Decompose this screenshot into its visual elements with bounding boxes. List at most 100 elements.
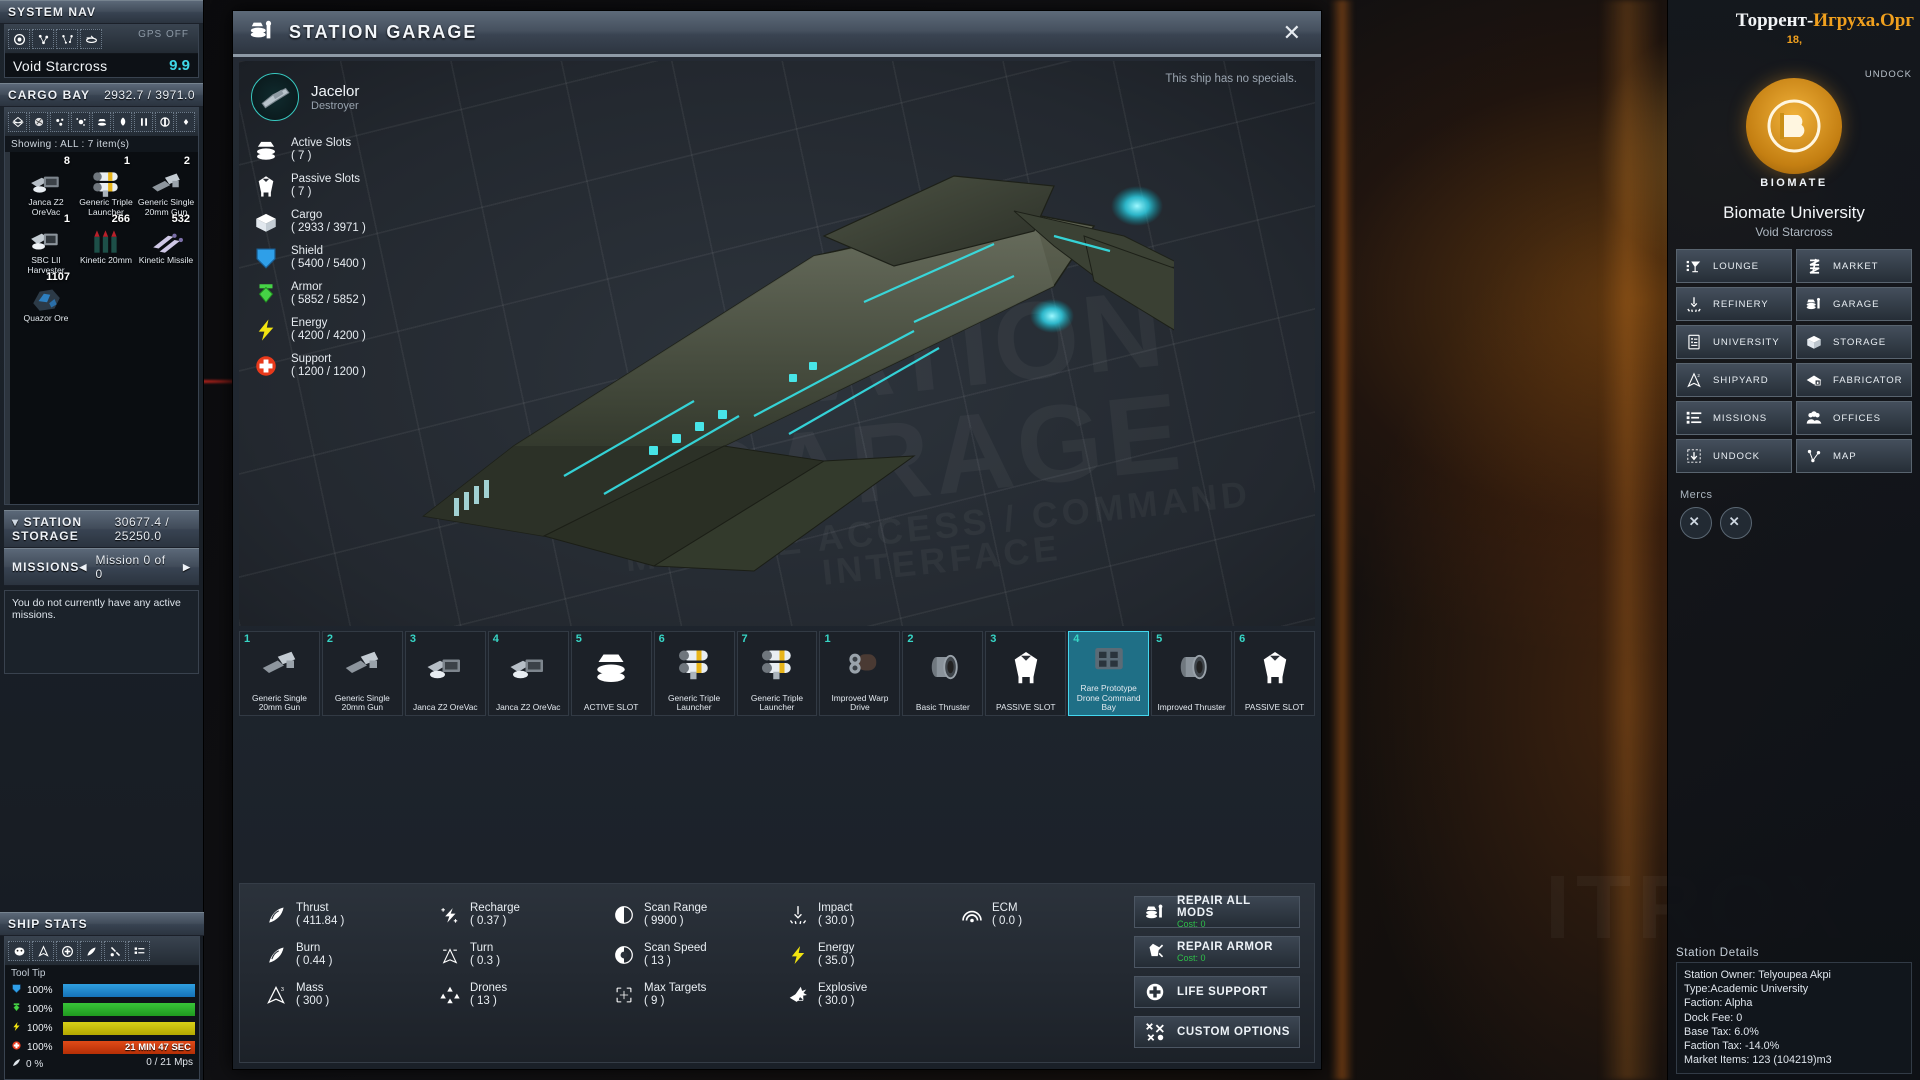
station-menu-shipyard[interactable]: 2 SHIPYARD	[1676, 363, 1792, 397]
module-slot[interactable]: 2 Basic Thruster	[902, 631, 983, 716]
module-slot[interactable]: 4 Rare Prototype Drone Command Bay	[1068, 631, 1149, 716]
all-filter-icon[interactable]	[8, 112, 27, 132]
performance-stat-label: ECM	[992, 902, 1022, 915]
performance-stat: 3 Mass ( 300 )	[264, 982, 414, 1008]
cargo-item[interactable]: 1107 Quazor Ore	[16, 272, 76, 330]
cargo-item[interactable]: 266 Kinetic 20mm	[76, 214, 136, 272]
repair-icon[interactable]	[104, 941, 126, 961]
module-slot[interactable]: 3 PASSIVE SLOT	[985, 631, 1066, 716]
station-menu-offices[interactable]: OFFICES	[1796, 401, 1912, 435]
merc-icon[interactable]	[1720, 507, 1752, 539]
support-icon	[9, 1038, 23, 1056]
station-detail-line: Faction: Alpha	[1684, 996, 1904, 1010]
university-icon	[1683, 333, 1705, 351]
support-icon[interactable]	[56, 941, 78, 961]
cargo-item[interactable]: 1 Generic Triple Launcher	[76, 156, 136, 214]
module-slot-name: Improved Warp Drive	[820, 694, 899, 712]
ship-viewport[interactable]: STATION GARAGE MODULE ACCESS / COMMAND I…	[239, 61, 1315, 626]
station-menu-garage[interactable]: GARAGE	[1796, 287, 1912, 321]
station-menu-lounge[interactable]: LOUNGE	[1676, 249, 1792, 283]
module-slot[interactable]: 5 ACTIVE SLOT	[571, 631, 652, 716]
station-menu-missions[interactable]: MISSIONS	[1676, 401, 1792, 435]
performance-stat-label: Thrust	[296, 902, 344, 915]
merc-icon[interactable]	[1680, 507, 1712, 539]
module-slot[interactable]: 6 Generic Triple Launcher	[654, 631, 735, 716]
performance-stat-value: ( 13 )	[470, 995, 507, 1008]
station-menu-grid[interactable]: LOUNGE MARKET REFINERY GARAGE UNIVERSITY…	[1668, 239, 1920, 473]
station-menu-refinery[interactable]: REFINERY	[1676, 287, 1792, 321]
garage-action-button[interactable]: REPAIR ARMOR Cost: 0	[1134, 936, 1300, 968]
ship-stat-value: ( 4200 / 4200 )	[291, 330, 366, 343]
station-menu-undock[interactable]: UNDOCK	[1676, 439, 1792, 473]
station-storage-header[interactable]: ▾ STATION STORAGE 30677.4 / 25250.0	[4, 510, 199, 548]
cargo-item[interactable]: 532 Kinetic Missile	[136, 214, 196, 272]
route-icon[interactable]	[56, 29, 78, 49]
crew-icon[interactable]	[8, 941, 30, 961]
gps-status-label: GPS OFF	[138, 29, 195, 49]
misc-filter-icon[interactable]	[176, 112, 195, 132]
performance-stat-label: Scan Range	[644, 902, 707, 915]
component-filter-icon[interactable]	[155, 112, 174, 132]
ore-filter-icon[interactable]	[29, 112, 48, 132]
cargo-item[interactable]: 1 SBC LII Harvester	[16, 214, 76, 272]
cargo-item-qty: 1107	[46, 271, 70, 283]
module-slot[interactable]: 1 Improved Warp Drive	[819, 631, 900, 716]
ammo-filter-icon[interactable]	[134, 112, 153, 132]
minerals-filter-icon[interactable]	[50, 112, 69, 132]
undock-top-label[interactable]: UNDOCK	[1865, 69, 1912, 80]
warp-icon[interactable]	[80, 29, 102, 49]
chevron-right-icon[interactable]: ▶	[183, 562, 191, 573]
module-slot[interactable]: 1 Generic Single 20mm Gun	[239, 631, 320, 716]
list-icon[interactable]	[128, 941, 150, 961]
orevac-icon	[406, 632, 485, 703]
station-menu-university[interactable]: UNIVERSITY	[1676, 325, 1792, 359]
cargo-item[interactable]: 8 Janca Z2 OreVac	[16, 156, 76, 214]
module-filter-icon[interactable]	[92, 112, 111, 132]
ship-identity: Jacelor Destroyer	[251, 73, 481, 121]
close-icon[interactable]: ✕	[1279, 22, 1305, 44]
gas-filter-icon[interactable]	[71, 112, 90, 132]
module-slot[interactable]: 6 PASSIVE SLOT	[1234, 631, 1315, 716]
mercs-list[interactable]	[1668, 507, 1920, 539]
ship-icon[interactable]	[32, 941, 54, 961]
cargo-item-qty: 8	[64, 155, 70, 167]
garage-action-buttons[interactable]: REPAIR ALL MODS Cost: 0 REPAIR ARMOR Cos…	[1134, 884, 1314, 1062]
station-menu-fabricator[interactable]: FABRICATOR	[1796, 363, 1912, 397]
stat-bar-fill	[63, 984, 195, 997]
cargo-item[interactable]: 2 Generic Single 20mm Gun	[136, 156, 196, 214]
ship-stat-value: ( 7 )	[291, 186, 360, 199]
organic-filter-icon[interactable]	[113, 112, 132, 132]
energy-icon	[9, 1019, 23, 1037]
module-slot-number: 4	[1073, 633, 1079, 645]
performance-stat: ECM ( 0.0 )	[960, 902, 1110, 928]
ship-stat-list: Active Slots ( 7 ) Passive Slots ( 7 ) C…	[251, 135, 481, 381]
warp-speed-value: 0 / 21 Mps	[146, 1057, 193, 1071]
module-slot[interactable]: 4 Janca Z2 OreVac	[488, 631, 569, 716]
missions-title: MISSIONS	[12, 560, 79, 574]
ship-name: Jacelor	[311, 83, 359, 100]
cargo-item-qty: 1	[124, 155, 130, 167]
station-menu-storage[interactable]: STORAGE	[1796, 325, 1912, 359]
station-garage-window: STATION GARAGE ✕ STATION GARAGE MODULE A…	[232, 10, 1322, 1070]
station-details-header: Station Details	[1676, 947, 1912, 959]
module-slot[interactable]: 5 Improved Thruster	[1151, 631, 1232, 716]
module-slot[interactable]: 7 Generic Triple Launcher	[737, 631, 818, 716]
chevron-left-icon[interactable]: ◀	[79, 562, 87, 573]
thrust-icon[interactable]	[80, 941, 102, 961]
constellation-icon[interactable]	[32, 29, 54, 49]
garage-action-button[interactable]: CUSTOM OPTIONS	[1134, 1016, 1300, 1048]
ship-stat-row: Cargo ( 2933 / 3971 )	[251, 207, 481, 237]
module-slot-strip[interactable]: 1 Generic Single 20mm Gun2 Generic Singl…	[239, 631, 1315, 716]
shield-icon	[251, 243, 281, 273]
cargo-item-grid[interactable]: 8 Janca Z2 OreVac1 Generic Triple Launch…	[5, 152, 198, 504]
garage-action-button[interactable]: REPAIR ALL MODS Cost: 0	[1134, 896, 1300, 928]
ship-stat-value: ( 7 )	[291, 150, 351, 163]
module-slot[interactable]: 2 Generic Single 20mm Gun	[322, 631, 403, 716]
target-icon[interactable]	[8, 29, 30, 49]
cargo-item-qty: 532	[172, 213, 190, 225]
module-slot[interactable]: 3 Janca Z2 OreVac	[405, 631, 486, 716]
station-menu-map[interactable]: MAP	[1796, 439, 1912, 473]
station-menu-market[interactable]: MARKET	[1796, 249, 1912, 283]
garage-action-button[interactable]: LIFE SUPPORT	[1134, 976, 1300, 1008]
current-system-row[interactable]: Void Starcross 9.9	[5, 54, 198, 77]
